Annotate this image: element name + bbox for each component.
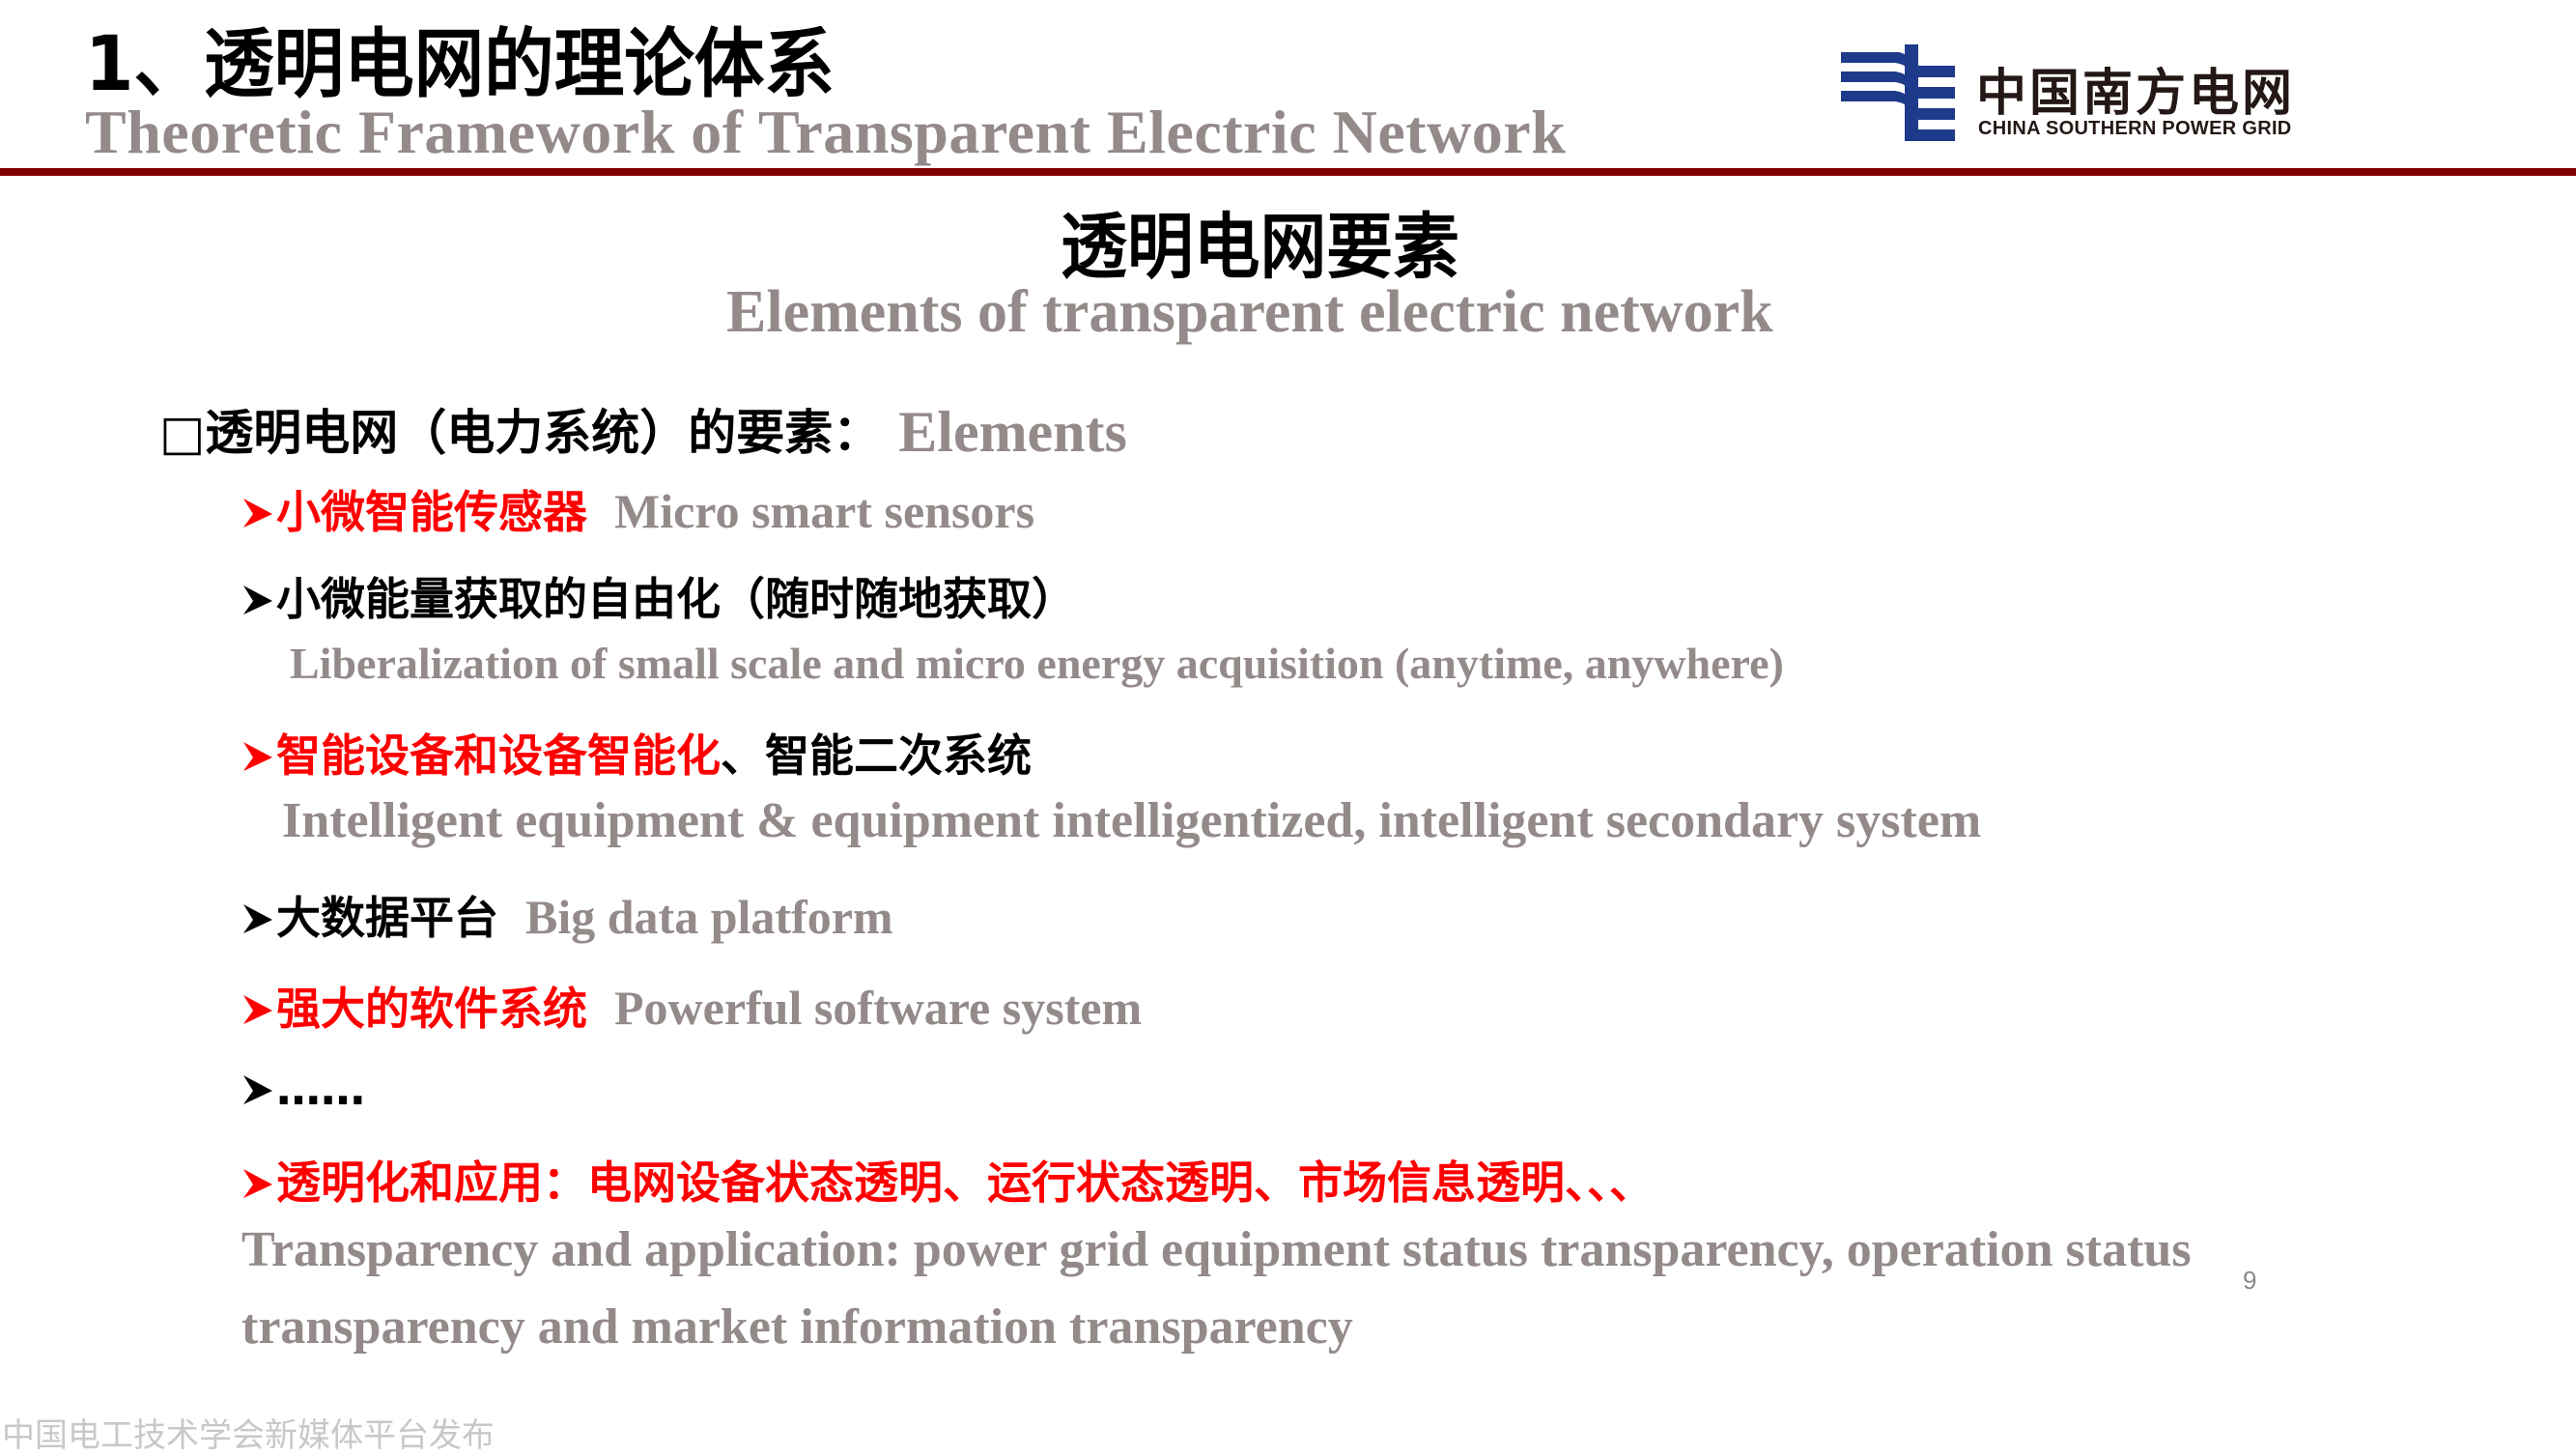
item-cn: 强大的软件系统 <box>276 983 587 1035</box>
item-cn: 透明化和应用：电网设备状态透明、运行状态透明、市场信息透明、、、 <box>276 1156 1654 1209</box>
page-number: 9 <box>2243 1266 2257 1295</box>
item-en: Intelligent equipment & equipment intell… <box>282 793 1982 848</box>
company-logo: 中国南方电网 CHINA SOUTHERN POWER GRID <box>1835 39 2337 145</box>
item-en-line2: transparency and market information tran… <box>241 1299 1353 1355</box>
list-item: 大数据平台 Big data platform <box>241 883 893 947</box>
item-en: Big data platform <box>525 890 893 944</box>
item-en: Liberalization of small scale and micro … <box>290 639 1784 688</box>
arrow-bullet-icon <box>243 1169 272 1198</box>
elements-lead-en: Elements <box>898 400 1127 464</box>
section-heading: 透明电网要素 <box>1061 206 1459 289</box>
list-item: 透明化和应用：电网设备状态透明、运行状态透明、市场信息透明、、、 <box>241 1148 1654 1212</box>
item-cn: 大数据平台 <box>276 892 498 944</box>
header-divider <box>0 168 2576 176</box>
item-cn: 小微能量获取的自由化（随时随地获取） <box>276 573 1076 625</box>
arrow-bullet-icon <box>243 995 272 1024</box>
arrow-bullet-icon <box>243 742 272 771</box>
section-heading-en: Elements of transparent electric network <box>726 279 1773 345</box>
list-item: 智能设备和设备智能化、智能二次系统 <box>241 721 1032 785</box>
square-bullet-icon: □ <box>159 405 206 461</box>
arrow-bullet-icon <box>243 1075 272 1104</box>
slide-subtitle: Theoretic Framework of Transparent Elect… <box>85 98 1567 166</box>
list-item: 小微智能传感器 Micro smart sensors <box>241 477 1034 541</box>
arrow-bullet-icon <box>243 499 272 528</box>
list-item: …… <box>241 1063 365 1115</box>
arrow-bullet-icon <box>243 904 272 933</box>
item-ellipsis: …… <box>276 1063 365 1115</box>
elements-lead: □透明电网（电力系统）的要素： Elements <box>159 394 1127 466</box>
elements-lead-cn: 透明电网（电力系统）的要素： <box>205 405 882 461</box>
item-cn: 智能设备和设备智能化 <box>276 729 721 782</box>
item-en: Powerful software system <box>614 981 1143 1035</box>
item-en-line1: Transparency and application: power grid… <box>241 1222 2192 1277</box>
list-item: 小微能量获取的自由化（随时随地获取） <box>241 564 1076 628</box>
arrow-bullet-icon <box>243 585 272 614</box>
logo-name-cn: 中国南方电网 <box>1976 65 2296 123</box>
item-cn: 小微智能传感器 <box>276 486 587 538</box>
china-southern-power-grid-logo-icon <box>1841 44 1955 141</box>
list-item: 强大的软件系统 Powerful software system <box>241 974 1142 1038</box>
logo-name-en: CHINA SOUTHERN POWER GRID <box>1978 118 2292 139</box>
item-cn-tail: 、智能二次系统 <box>721 729 1032 782</box>
watermark: 中国电工技术学会新媒体平台发布 <box>2 1416 495 1455</box>
item-en: Micro smart sensors <box>614 484 1035 538</box>
